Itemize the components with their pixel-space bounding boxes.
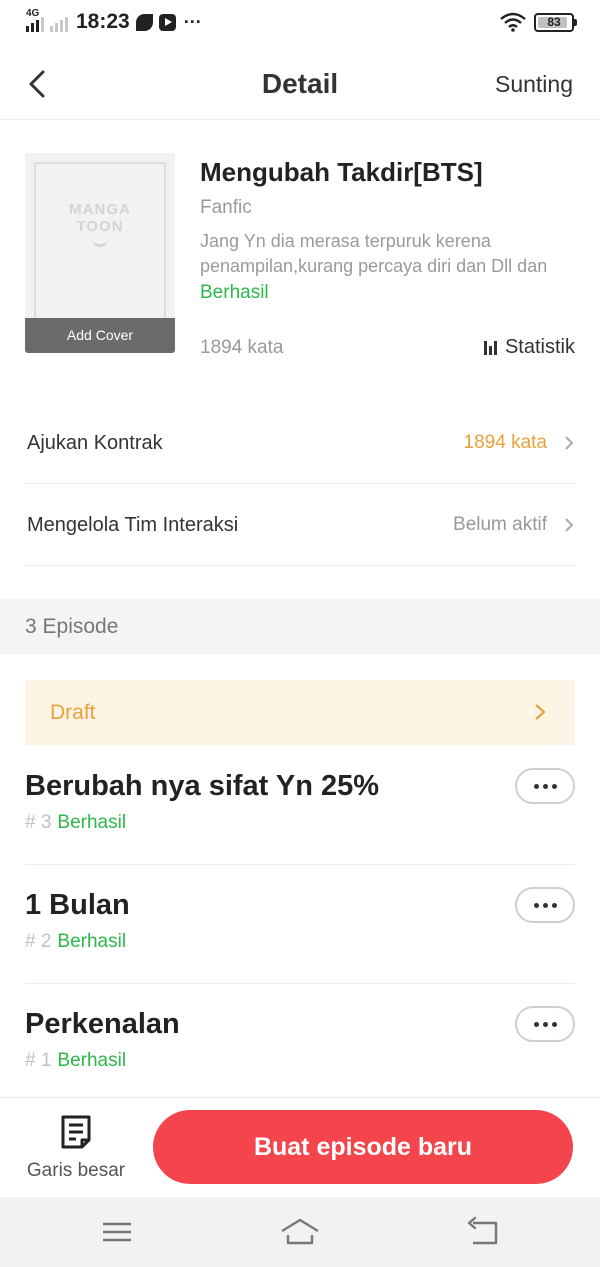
wifi-icon: [500, 12, 526, 32]
story-description: Jang Yn dia merasa terpuruk kerena penam…: [200, 231, 548, 276]
outline-button[interactable]: Garis besar: [20, 1112, 132, 1184]
episode-count: 3 Episode: [25, 615, 119, 638]
back-nav-icon[interactable]: [463, 1215, 503, 1249]
more-notifications-icon: ···: [183, 11, 202, 32]
contract-label: Ajukan Kontrak: [27, 432, 163, 454]
statistics-label: Statistik: [504, 336, 575, 358]
menu-icon[interactable]: [97, 1215, 137, 1249]
contract-value: 1894 kata: [463, 432, 547, 453]
status-right: 83: [500, 12, 577, 32]
episode-number: # 2: [25, 931, 52, 952]
chevron-right-icon: [565, 518, 574, 532]
episode-status: Berhasil: [57, 812, 127, 833]
header: Detail Sunting: [0, 48, 600, 120]
chevron-right-icon: [535, 704, 546, 720]
signal-sim2-icon: [50, 12, 68, 32]
episode-meta: # 2 Berhasil: [25, 931, 126, 953]
bottom-action-bar: Garis besar Buat episode baru: [0, 1097, 600, 1197]
status-left: 4G 18:23 ···: [26, 8, 202, 34]
edit-button[interactable]: Sunting: [495, 71, 573, 98]
episode-meta: # 1 Berhasil: [25, 1050, 126, 1072]
episode-status: Berhasil: [57, 1050, 127, 1071]
episode-item[interactable]: Berubah nya sifat Yn 25% # 3 Berhasil: [25, 746, 575, 865]
draft-label: Draft: [50, 701, 96, 724]
status-time: 18:23: [76, 10, 130, 33]
signal-strength-icon: 4G: [26, 8, 44, 32]
battery-icon: 83: [534, 12, 577, 32]
episode-status: Berhasil: [57, 931, 127, 952]
statistics-button[interactable]: Statistik: [483, 336, 575, 359]
episode-item[interactable]: 1 Bulan # 2 Berhasil: [25, 865, 575, 984]
status-bar: 4G 18:23 ··· 83: [0, 0, 600, 48]
story-title: Mengubah Takdir[BTS]: [200, 157, 483, 187]
add-cover-button[interactable]: Add Cover: [25, 318, 175, 353]
episode-title: Perkenalan: [25, 1008, 180, 1040]
episode-item[interactable]: Perkenalan # 1 Berhasil: [25, 984, 575, 1103]
outline-label: Garis besar: [26, 1160, 126, 1181]
outline-document-icon: [61, 1115, 91, 1149]
system-nav-bar: [0, 1197, 600, 1267]
new-episode-button[interactable]: Buat episode baru: [153, 1110, 573, 1184]
chevron-right-icon: [565, 436, 574, 450]
book-cover[interactable]: MANGA TOON Add Cover: [25, 153, 175, 353]
notification-leaf-icon: [135, 13, 153, 31]
episode-meta: # 3 Berhasil: [25, 812, 126, 834]
battery-level: 83: [547, 15, 561, 29]
cover-placeholder-frame: [34, 162, 166, 343]
story-word-count: 1894 kata: [200, 337, 284, 358]
home-icon[interactable]: [280, 1215, 320, 1249]
notification-play-icon: [158, 13, 176, 31]
interaction-team-value: Belum aktif: [453, 514, 547, 535]
network-type: 4G: [26, 8, 40, 19]
episode-section-header: 3 Episode: [0, 599, 600, 654]
story-genre: Fanfic: [200, 197, 252, 218]
episode-more-button[interactable]: [515, 887, 575, 923]
interaction-team-row[interactable]: Mengelola Tim Interaksi Belum aktif: [25, 484, 575, 566]
episode-title: 1 Bulan: [25, 889, 130, 921]
episode-title: Berubah nya sifat Yn 25%: [25, 770, 380, 802]
episode-number: # 3: [25, 812, 52, 833]
interaction-team-label: Mengelola Tim Interaksi: [27, 514, 239, 536]
episode-more-button[interactable]: [515, 768, 575, 804]
episode-number: # 1: [25, 1050, 52, 1071]
story-status: Berhasil: [200, 282, 269, 303]
bar-chart-icon: [483, 340, 497, 355]
draft-row[interactable]: Draft: [25, 680, 575, 745]
cover-logo: MANGA TOON: [69, 201, 131, 235]
contract-row[interactable]: Ajukan Kontrak 1894 kata: [25, 402, 575, 484]
episode-more-button[interactable]: [515, 1006, 575, 1042]
